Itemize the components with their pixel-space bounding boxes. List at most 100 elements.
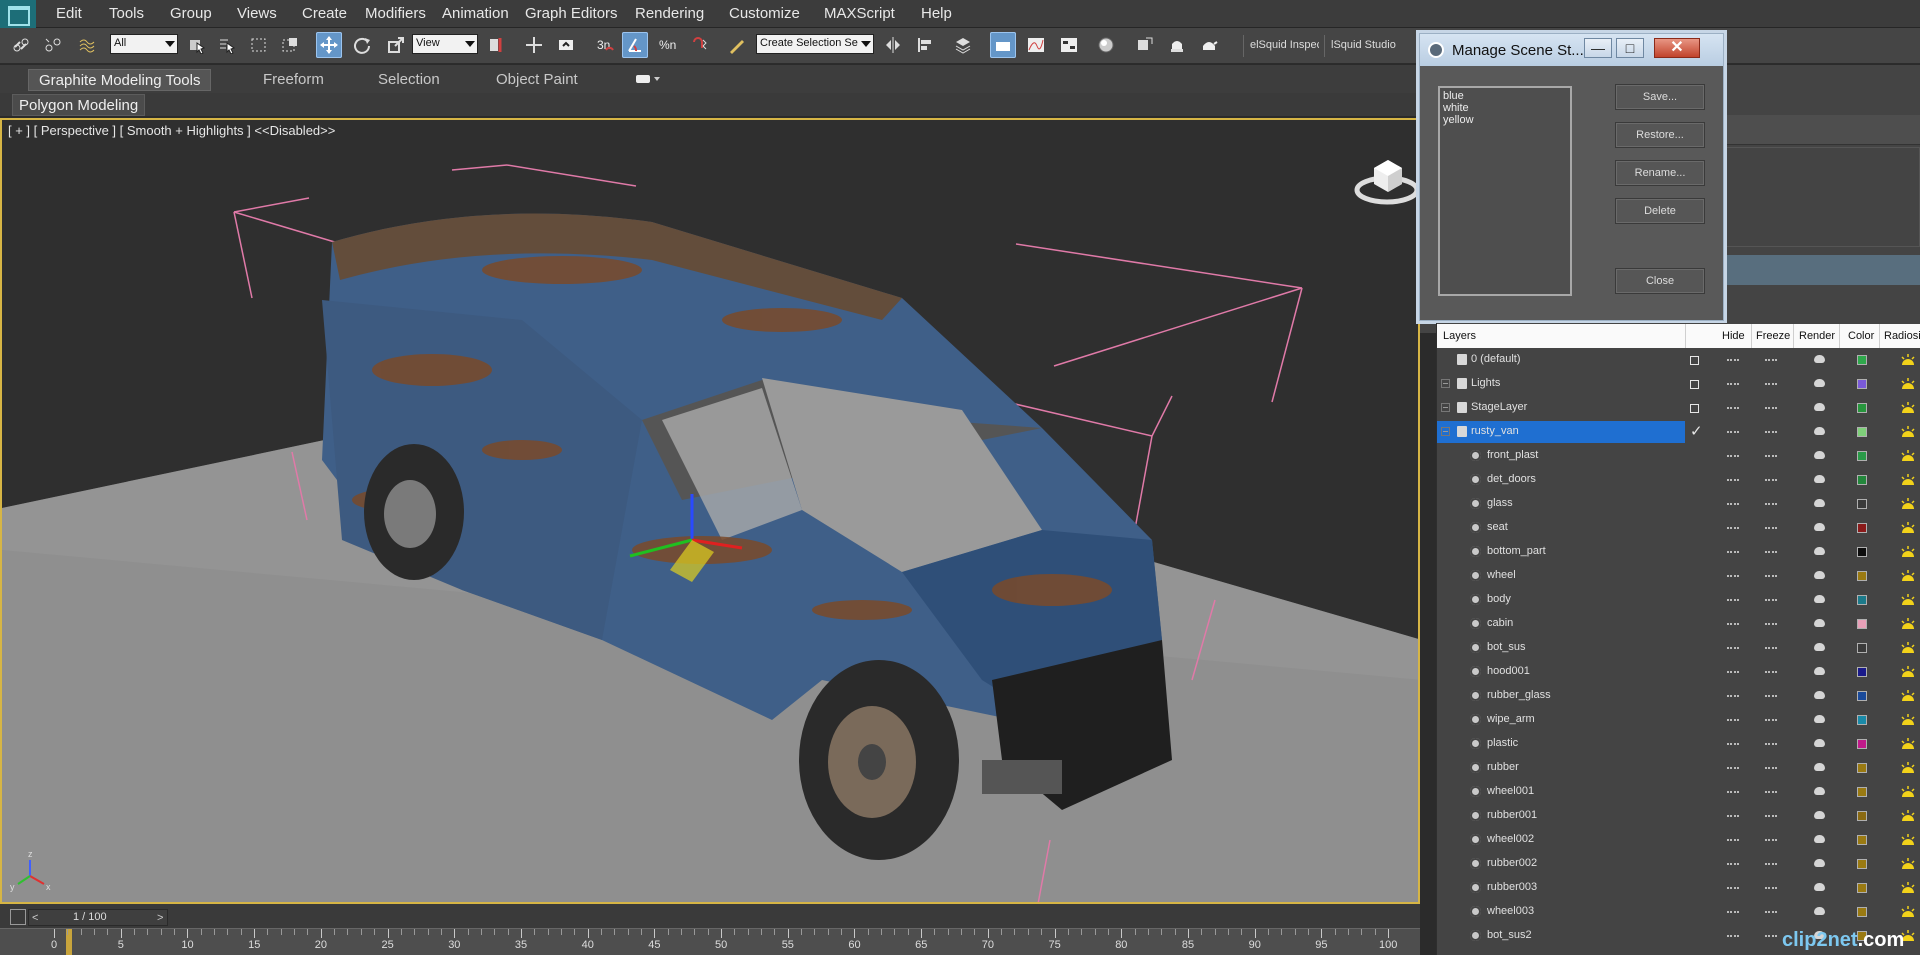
color-swatch[interactable] — [1857, 763, 1867, 773]
object-row[interactable]: rubber003 — [1437, 876, 1920, 900]
rendered-frame-window-icon[interactable] — [1164, 32, 1190, 58]
hide-toggle[interactable] — [1727, 551, 1739, 553]
render-teapot-icon[interactable] — [1814, 811, 1825, 819]
freeze-toggle[interactable] — [1765, 671, 1777, 673]
object-row[interactable]: wheel — [1437, 564, 1920, 588]
color-swatch[interactable] — [1857, 427, 1867, 437]
radiosity-sun-icon[interactable] — [1900, 713, 1916, 727]
color-swatch[interactable] — [1857, 379, 1867, 389]
reference-coordinate-dropdown[interactable]: View — [412, 34, 478, 54]
freeze-toggle[interactable] — [1765, 695, 1777, 697]
radiosity-sun-icon[interactable] — [1900, 569, 1916, 583]
menu-edit[interactable]: Edit — [56, 5, 82, 22]
render-teapot-icon[interactable] — [1814, 595, 1825, 603]
hide-toggle[interactable] — [1727, 527, 1739, 529]
object-row[interactable]: wipe_arm — [1437, 708, 1920, 732]
render-production-icon[interactable] — [1196, 32, 1222, 58]
render-teapot-icon[interactable] — [1814, 499, 1825, 507]
mirror-icon[interactable] — [880, 32, 906, 58]
column-radiosity[interactable]: Radiosi — [1884, 330, 1920, 342]
color-swatch[interactable] — [1857, 811, 1867, 821]
graphite-toggle-icon[interactable] — [990, 32, 1016, 58]
close-window-button[interactable]: ✕ — [1654, 38, 1700, 58]
render-teapot-icon[interactable] — [1814, 691, 1825, 699]
freeze-toggle[interactable] — [1765, 743, 1777, 745]
radiosity-sun-icon[interactable] — [1900, 761, 1916, 775]
freeze-toggle[interactable] — [1765, 863, 1777, 865]
freeze-toggle[interactable] — [1765, 887, 1777, 889]
delete-button[interactable]: Delete — [1615, 198, 1705, 224]
freeze-toggle[interactable] — [1765, 791, 1777, 793]
hide-toggle[interactable] — [1727, 767, 1739, 769]
render-teapot-icon[interactable] — [1814, 715, 1825, 723]
scene-state-item[interactable]: white — [1443, 102, 1567, 114]
hide-toggle[interactable] — [1727, 719, 1739, 721]
minimize-button[interactable]: — — [1584, 38, 1612, 58]
object-row[interactable]: hood001 — [1437, 660, 1920, 684]
radiosity-sun-icon[interactable] — [1900, 377, 1916, 391]
time-prev-icon[interactable]: < — [32, 912, 38, 924]
color-swatch[interactable] — [1857, 355, 1867, 365]
object-row[interactable]: bottom_part — [1437, 540, 1920, 564]
color-swatch[interactable] — [1857, 451, 1867, 461]
hide-toggle[interactable] — [1727, 839, 1739, 841]
time-next-icon[interactable]: > — [157, 912, 163, 924]
object-row[interactable]: det_doors — [1437, 468, 1920, 492]
object-row[interactable]: wheel003 — [1437, 900, 1920, 924]
freeze-toggle[interactable] — [1765, 623, 1777, 625]
pivot-center-icon[interactable] — [484, 32, 510, 58]
bind-space-warp-icon[interactable] — [74, 32, 100, 58]
radiosity-sun-icon[interactable] — [1900, 521, 1916, 535]
freeze-toggle[interactable] — [1765, 359, 1777, 361]
render-teapot-icon[interactable] — [1814, 763, 1825, 771]
color-swatch[interactable] — [1857, 883, 1867, 893]
render-teapot-icon[interactable] — [1814, 739, 1825, 747]
object-row[interactable]: rubber002 — [1437, 852, 1920, 876]
menu-maxscript[interactable]: MAXScript — [824, 5, 895, 22]
radiosity-sun-icon[interactable] — [1900, 689, 1916, 703]
render-teapot-icon[interactable] — [1814, 451, 1825, 459]
radiosity-sun-icon[interactable] — [1900, 833, 1916, 847]
align-icon[interactable] — [912, 32, 938, 58]
select-object-icon[interactable] — [184, 32, 210, 58]
render-teapot-icon[interactable] — [1814, 619, 1825, 627]
render-teapot-icon[interactable] — [1814, 907, 1825, 915]
render-teapot-icon[interactable] — [1814, 379, 1825, 387]
menu-views[interactable]: Views — [237, 5, 277, 22]
object-row[interactable]: rubber — [1437, 756, 1920, 780]
select-and-rotate-icon[interactable] — [349, 32, 375, 58]
hide-toggle[interactable] — [1727, 623, 1739, 625]
object-row[interactable]: wheel002 — [1437, 828, 1920, 852]
color-swatch[interactable] — [1857, 691, 1867, 701]
scene-state-item[interactable]: yellow — [1443, 114, 1567, 126]
select-and-move-icon[interactable] — [316, 32, 342, 58]
menu-graph-editors[interactable]: Graph Editors — [525, 5, 618, 22]
dialog-titlebar[interactable]: Manage Scene St... — □ ✕ — [1420, 34, 1723, 66]
time-ruler[interactable]: 0 5 10 15 20 25 30 35 40 45 50 55 60 65 70 75 80 85 90 95 10… — [0, 928, 1420, 955]
freeze-toggle[interactable] — [1765, 839, 1777, 841]
restore-button[interactable]: Restore... — [1615, 122, 1705, 148]
freeze-toggle[interactable] — [1765, 407, 1777, 409]
hide-toggle[interactable] — [1727, 863, 1739, 865]
hide-toggle[interactable] — [1727, 743, 1739, 745]
hide-toggle[interactable] — [1727, 815, 1739, 817]
select-by-name-icon[interactable] — [214, 32, 240, 58]
object-row[interactable]: bot_sus — [1437, 636, 1920, 660]
perspective-viewport[interactable]: [ + ] [ Perspective ] [ Smooth + Highlig… — [0, 118, 1420, 904]
column-render[interactable]: Render — [1799, 330, 1835, 342]
column-layers[interactable]: Layers — [1443, 330, 1476, 342]
freeze-toggle[interactable] — [1765, 527, 1777, 529]
named-selection-dropdown[interactable]: Create Selection Se — [756, 34, 874, 54]
render-teapot-icon[interactable] — [1814, 643, 1825, 651]
expand-icon[interactable] — [1441, 427, 1450, 436]
menu-tools[interactable]: Tools — [109, 5, 144, 22]
freeze-toggle[interactable] — [1765, 767, 1777, 769]
tab-object-paint[interactable]: Object Paint — [486, 69, 588, 91]
freeze-toggle[interactable] — [1765, 935, 1777, 937]
render-teapot-icon[interactable] — [1814, 547, 1825, 555]
close-button[interactable]: Close — [1615, 268, 1705, 294]
color-swatch[interactable] — [1857, 547, 1867, 557]
hide-toggle[interactable] — [1727, 479, 1739, 481]
radiosity-sun-icon[interactable] — [1900, 353, 1916, 367]
layer-row[interactable]: rusty_van ✓ — [1437, 420, 1920, 444]
